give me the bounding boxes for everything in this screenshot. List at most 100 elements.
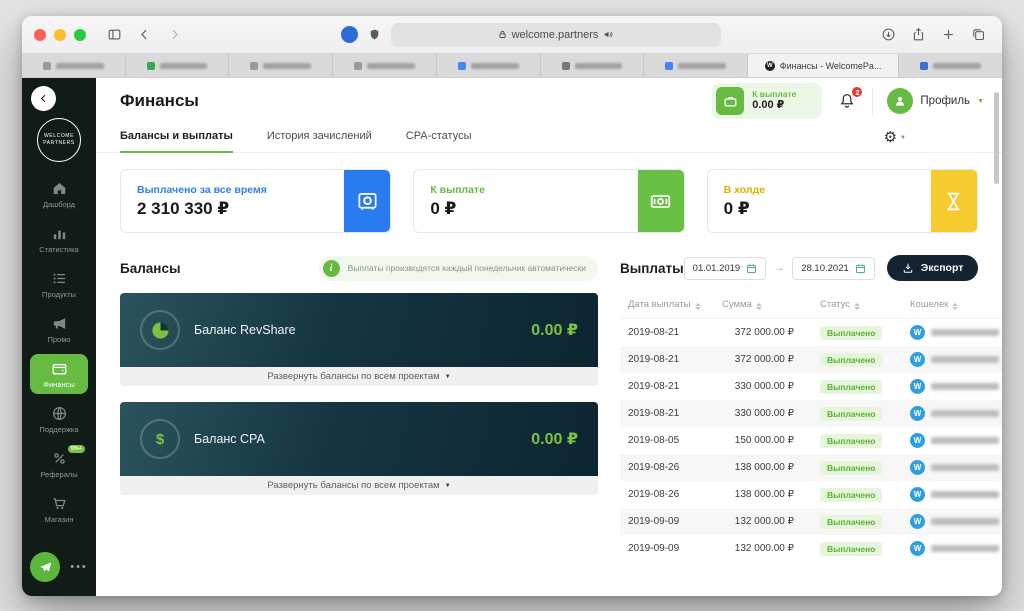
expand-label: Развернуть балансы по всем проектам — [267, 480, 440, 491]
tab-overview-icon[interactable] — [966, 23, 990, 47]
table-row[interactable]: 2019-08-21 330 000.00 ₽ Выплачено W — [620, 373, 1002, 400]
tab-title-blurred — [56, 62, 104, 69]
tab-favicon — [457, 61, 466, 70]
status-badge: Выплачено — [820, 487, 883, 502]
adblock-extension-icon[interactable] — [341, 26, 358, 43]
payout-amount: 132 000.00 ₽ — [714, 508, 812, 535]
sidebar-item-shop[interactable]: Магазин — [30, 489, 88, 529]
expand-balances-button[interactable]: Развернуть балансы по всем проектам ▼ — [120, 476, 598, 495]
sidebar-item-referrals[interactable]: Рефералы 5%+ — [30, 444, 88, 484]
sort-column-2[interactable]: Статус — [812, 291, 902, 319]
profile-menu[interactable]: Профиль ▼ — [887, 88, 984, 114]
sidebar-item-promo[interactable]: Промо — [30, 309, 88, 349]
wallet-number-blurred — [931, 464, 999, 471]
payout-button[interactable]: К выплате 0.00 ₽ — [712, 83, 823, 119]
new-tab-icon[interactable] — [936, 23, 960, 47]
browser-tab[interactable] — [644, 54, 748, 77]
back-nav-icon[interactable] — [132, 23, 156, 47]
calendar-icon — [855, 263, 865, 273]
browser-tab[interactable] — [333, 54, 437, 77]
payout-status: Выплачено — [812, 508, 902, 535]
table-row[interactable]: 2019-09-09 132 000.00 ₽ Выплачено W — [620, 508, 1002, 535]
table-row[interactable]: 2019-08-26 138 000.00 ₽ Выплачено W — [620, 481, 1002, 508]
zoom-window-button[interactable] — [74, 28, 86, 41]
table-row[interactable]: 2019-08-21 330 000.00 ₽ Выплачено W — [620, 400, 1002, 427]
settings-button[interactable]: ⚙ ▼ — [884, 130, 906, 152]
browser-tab[interactable]: W Финансы - WelcomePa... — [747, 54, 900, 77]
payout-status: Выплачено — [812, 454, 902, 481]
notifications-button[interactable]: 2 — [836, 85, 865, 112]
status-badge: Выплачено — [820, 406, 883, 421]
browser-tab[interactable] — [541, 54, 645, 77]
sidebar-item-dashboard[interactable]: Дашборд — [30, 174, 88, 214]
stat-value: 0 ₽ — [723, 198, 750, 218]
scrollbar-thumb[interactable] — [994, 92, 999, 184]
tab-favicon — [665, 61, 674, 70]
payout-date: 2019-08-21 — [628, 327, 680, 338]
sidebar-item-stats[interactable]: Статистика — [30, 219, 88, 259]
webmoney-icon: W — [910, 514, 925, 529]
audio-icon — [605, 31, 613, 38]
expand-balances-button[interactable]: Развернуть балансы по всем проектам ▼ — [120, 367, 598, 386]
safe-icon — [344, 170, 391, 232]
browser-tab[interactable] — [229, 54, 334, 77]
shield-extension-icon[interactable] — [366, 26, 383, 43]
payout-amount: 138 000.00 ₽ — [734, 489, 794, 500]
sidebar-item-label: Статистика — [39, 245, 79, 254]
web-page: WELCOME PARTNERS Дашборд Статистика Продук… — [22, 78, 1002, 596]
browser-tab[interactable] — [22, 54, 126, 77]
status-badge: Выплачено — [820, 433, 883, 448]
tab-balances[interactable]: Балансы и выплаты — [120, 130, 233, 153]
payout-amount: 372 000.00 ₽ — [714, 346, 812, 373]
balances-heading: Балансы — [120, 260, 181, 276]
info-banner: i Выплаты производятся каждый понедельни… — [318, 255, 598, 281]
stat-value: 0 ₽ — [430, 198, 457, 218]
forward-nav-icon[interactable] — [162, 23, 186, 47]
tab-favicon — [354, 61, 363, 70]
back-button[interactable] — [31, 86, 56, 111]
payout-amount: 372 000.00 ₽ — [734, 327, 794, 338]
balances-section: Балансы i Выплаты производятся каждый по… — [120, 255, 598, 596]
sidebar-nav: Дашборд Статистика Продукты Промо Финансы Под… — [30, 174, 88, 534]
payout-status: Выплачено — [812, 400, 902, 427]
referral-badge: 5%+ — [67, 445, 85, 453]
page-tabs-row: Балансы и выплаты История зачислений CPA-с… — [96, 124, 1002, 153]
stat-cards-row: Выплачено за все время 2 310 330 ₽ К выпла… — [120, 169, 978, 233]
date-from-input[interactable]: 01.01.2019 — [683, 256, 767, 280]
tab-favicon — [146, 61, 155, 70]
close-window-button[interactable] — [34, 28, 46, 41]
sort-column-3[interactable]: Кошелек — [902, 291, 1002, 319]
sidebar-toggle-icon[interactable] — [102, 23, 126, 47]
sort-column-1[interactable]: Сумма — [714, 291, 812, 319]
sidebar-item-label: Финансы — [43, 380, 75, 389]
browser-tab[interactable] — [437, 54, 541, 77]
export-button[interactable]: Экспорт — [886, 255, 979, 281]
table-row[interactable]: 2019-08-05 150 000.00 ₽ Выплачено W — [620, 427, 1002, 454]
tab-title-blurred — [574, 62, 623, 69]
minimize-window-button[interactable] — [54, 28, 66, 41]
tab-history[interactable]: История зачислений — [267, 130, 372, 152]
address-bar[interactable]: welcome.partners — [391, 22, 721, 47]
table-row[interactable]: 2019-09-09 132 000.00 ₽ Выплачено W — [620, 535, 1002, 562]
home-icon — [51, 180, 68, 197]
browser-tab[interactable] — [899, 54, 1002, 77]
date-to-input[interactable]: 28.10.2021 — [792, 256, 875, 280]
telegram-button[interactable] — [30, 552, 61, 582]
sort-column-0[interactable]: Дата выплаты — [620, 291, 714, 319]
table-row[interactable]: 2019-08-21 372 000.00 ₽ Выплачено W — [620, 346, 1002, 373]
tab-cpa[interactable]: CPA-статусы — [406, 130, 472, 152]
webmoney-icon: W — [910, 379, 925, 394]
table-row[interactable]: 2019-08-26 138 000.00 ₽ Выплачено W — [620, 454, 1002, 481]
table-row[interactable]: 2019-08-21 372 000.00 ₽ Выплачено W — [620, 319, 1002, 347]
stat-label: Выплачено за все время — [137, 183, 267, 196]
browser-tab[interactable] — [126, 54, 230, 77]
share-icon[interactable] — [906, 23, 930, 47]
info-text: Выплаты производятся каждый понедельник … — [347, 262, 586, 273]
sidebar-item-label: Рефералы — [40, 470, 78, 479]
percent-icon — [51, 450, 68, 467]
downloads-icon[interactable] — [876, 23, 900, 47]
more-button[interactable]: ••• — [70, 561, 88, 573]
sidebar-item-finance[interactable]: Финансы — [30, 354, 88, 394]
sidebar-item-support[interactable]: Поддержка — [30, 399, 88, 439]
sidebar-item-products[interactable]: Продукты — [30, 264, 88, 304]
